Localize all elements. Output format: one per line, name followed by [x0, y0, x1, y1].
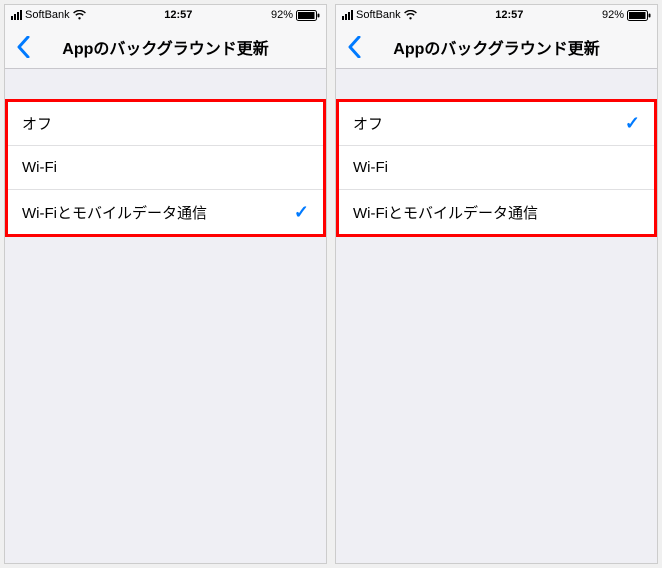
page-title: Appのバックグラウンド更新	[5, 35, 326, 59]
back-button[interactable]	[336, 25, 372, 69]
carrier-label: SoftBank	[25, 9, 70, 21]
options-list: オフ ✓ Wi-Fi Wi-Fiとモバイルデータ通信	[336, 99, 657, 237]
signal-bars-icon	[11, 10, 22, 20]
nav-bar: Appのバックグラウンド更新	[5, 25, 326, 69]
status-bar: SoftBank 12:57 92%	[5, 5, 326, 25]
checkmark-icon: ✓	[625, 113, 640, 134]
page-title: Appのバックグラウンド更新	[336, 35, 657, 59]
option-label: Wi-Fiとモバイルデータ通信	[22, 202, 294, 223]
phone-screen-right: SoftBank 12:57 92% Appのバックグラウンド更新 オフ ✓ W…	[335, 4, 658, 564]
chevron-left-icon	[17, 36, 30, 58]
signal-bars-icon	[342, 10, 353, 20]
option-wifi-cellular[interactable]: Wi-Fiとモバイルデータ通信 ✓	[8, 190, 323, 234]
option-wifi[interactable]: Wi-Fi	[339, 146, 654, 190]
option-wifi-cellular[interactable]: Wi-Fiとモバイルデータ通信	[339, 190, 654, 234]
battery-icon	[296, 10, 320, 21]
option-off[interactable]: オフ	[8, 102, 323, 146]
battery-icon	[627, 10, 651, 21]
option-label: Wi-Fiとモバイルデータ通信	[353, 202, 640, 223]
battery-pct-label: 92%	[602, 9, 624, 21]
option-label: Wi-Fi	[22, 159, 309, 176]
option-label: オフ	[22, 113, 309, 134]
options-list: オフ Wi-Fi Wi-Fiとモバイルデータ通信 ✓	[5, 99, 326, 237]
back-button[interactable]	[5, 25, 41, 69]
wifi-icon	[404, 10, 417, 20]
wifi-icon	[73, 10, 86, 20]
checkmark-icon: ✓	[294, 202, 309, 223]
option-label: Wi-Fi	[353, 159, 640, 176]
phone-screen-left: SoftBank 12:57 92% Appのバックグラウンド更新 オフ Wi-…	[4, 4, 327, 564]
nav-bar: Appのバックグラウンド更新	[336, 25, 657, 69]
chevron-left-icon	[348, 36, 361, 58]
clock-label: 12:57	[164, 9, 192, 21]
battery-pct-label: 92%	[271, 9, 293, 21]
option-wifi[interactable]: Wi-Fi	[8, 146, 323, 190]
option-label: オフ	[353, 113, 625, 134]
carrier-label: SoftBank	[356, 9, 401, 21]
clock-label: 12:57	[495, 9, 523, 21]
status-bar: SoftBank 12:57 92%	[336, 5, 657, 25]
option-off[interactable]: オフ ✓	[339, 102, 654, 146]
